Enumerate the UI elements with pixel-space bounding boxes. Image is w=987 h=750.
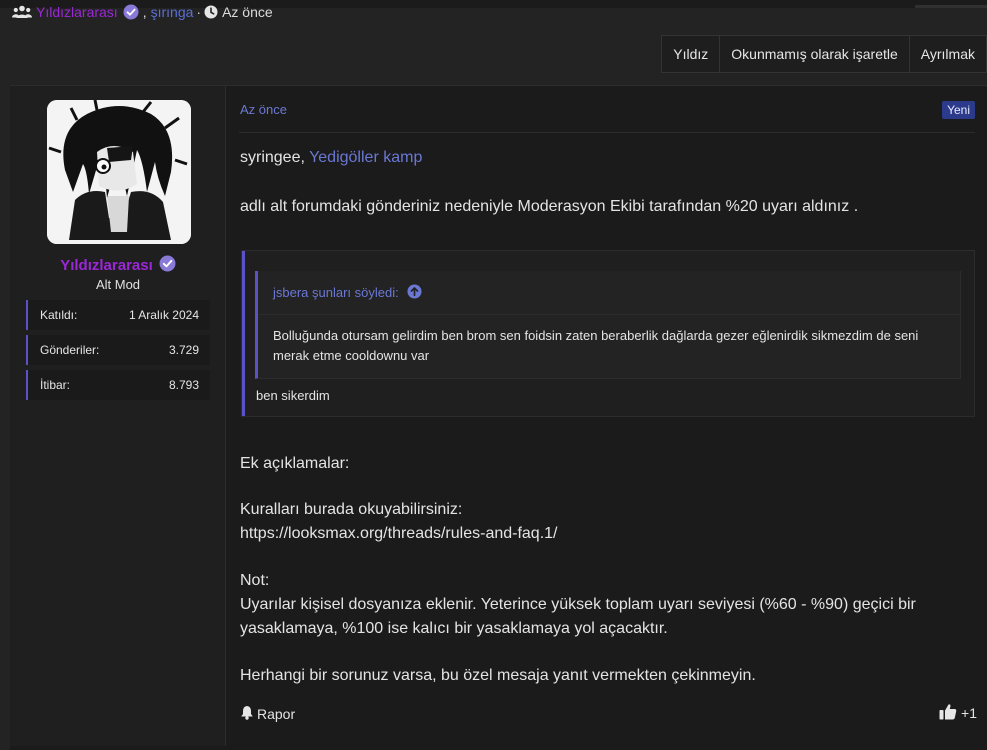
- verified-icon: [159, 255, 176, 276]
- user-title: Alt Mod: [95, 277, 141, 292]
- rules-link[interactable]: https://looksmax.org/threads/rules-and-f…: [240, 522, 558, 546]
- nested-quote: jsbera şunları söyledi: Bolluğunda oturs…: [255, 271, 961, 379]
- meta-time: Az önce: [222, 4, 273, 20]
- verified-icon: [123, 4, 139, 20]
- stat-value[interactable]: 3.729: [169, 343, 199, 357]
- conversation-actions: Yıldız Okunmamış olarak işaretle Ayrılma…: [661, 35, 987, 73]
- message: Yıldızlararası Alt Mod Katıldı: 1 Aralık…: [10, 85, 987, 750]
- greeting-line: syringee, Yedigöller kamp: [240, 149, 422, 167]
- participant-separator: ,: [142, 4, 147, 20]
- quote-accent: [242, 251, 245, 416]
- message-time[interactable]: Az önce: [240, 102, 287, 117]
- stat-label: Gönderiler:: [40, 343, 100, 357]
- top-bar-accent: [915, 5, 987, 8]
- user-stat-posts: Gönderiler: 3.729: [26, 335, 210, 365]
- closing-line: Herhangi bir sorunuz varsa, bu özel mesa…: [240, 667, 756, 684]
- new-badge: Yeni: [942, 101, 975, 119]
- note-line-2: yasaklamaya, %100 ise kalıcı bir yasakla…: [240, 620, 668, 637]
- user-stat-joined: Katıldı: 1 Aralık 2024: [26, 300, 210, 330]
- rules-intro: Kuralları burada okuyabilirsiniz:: [240, 501, 463, 518]
- stat-value: 8.793: [168, 378, 199, 392]
- stat-value: 1 Aralık 2024: [128, 308, 199, 322]
- message-user: Yıldızlararası Alt Mod Katıldı: 1 Aralık…: [10, 86, 226, 746]
- avatar[interactable]: [47, 100, 191, 244]
- report-button[interactable]: Rapor: [240, 705, 295, 723]
- meta-dot: ·: [196, 4, 202, 20]
- like-button[interactable]: +1: [939, 703, 977, 723]
- users-icon: [12, 5, 32, 19]
- note-line-1: Uyarılar kişisel dosyanıza eklenir. Yete…: [240, 596, 916, 613]
- conversation-meta: Yıldızlararası , şırınga · Az önce: [12, 2, 273, 22]
- quote-text: Bolluğunda otursam gelirdim ben brom sen…: [273, 328, 919, 363]
- participant-link-1[interactable]: Yıldızlararası: [36, 4, 118, 20]
- quote-reply: ben sikerdim: [256, 388, 330, 403]
- message-header: Az önce Yeni: [239, 86, 975, 133]
- note-heading: Not:: [240, 572, 270, 589]
- warning-line: adlı alt forumdaki gönderiniz nedeniyle …: [240, 198, 859, 215]
- mark-unread-button[interactable]: Okunmamış olarak işaretle: [719, 36, 909, 72]
- forum-link[interactable]: Yedigöller kamp: [309, 149, 422, 166]
- thumbs-up-icon: [939, 703, 957, 723]
- like-count: +1: [961, 705, 977, 721]
- leave-button[interactable]: Ayrılmak: [908, 36, 986, 72]
- greeting-prefix: syringee,: [240, 149, 310, 166]
- extra-heading: Ek açıklamalar:: [240, 455, 350, 472]
- participant-link-2[interactable]: şırınga: [151, 4, 194, 20]
- username-text[interactable]: Yıldızlararası: [60, 257, 153, 274]
- clock-icon: [204, 5, 218, 19]
- stat-label: Katıldı:: [40, 308, 78, 322]
- quote-header[interactable]: jsbera şunları söyledi:: [258, 271, 961, 315]
- star-button[interactable]: Yıldız: [662, 36, 719, 72]
- report-label[interactable]: Rapor: [257, 706, 295, 722]
- user-stat-reputation: İtibar: 8.793: [26, 370, 210, 400]
- quote-author[interactable]: jsbera şunları söyledi:: [273, 285, 399, 300]
- username[interactable]: Yıldızlararası: [10, 255, 226, 276]
- quote-block: jsbera şunları söyledi: Bolluğunda oturs…: [241, 250, 975, 417]
- bell-icon: [240, 705, 254, 723]
- stat-label: İtibar:: [40, 378, 71, 392]
- arrow-up-circle-icon[interactable]: [407, 283, 422, 302]
